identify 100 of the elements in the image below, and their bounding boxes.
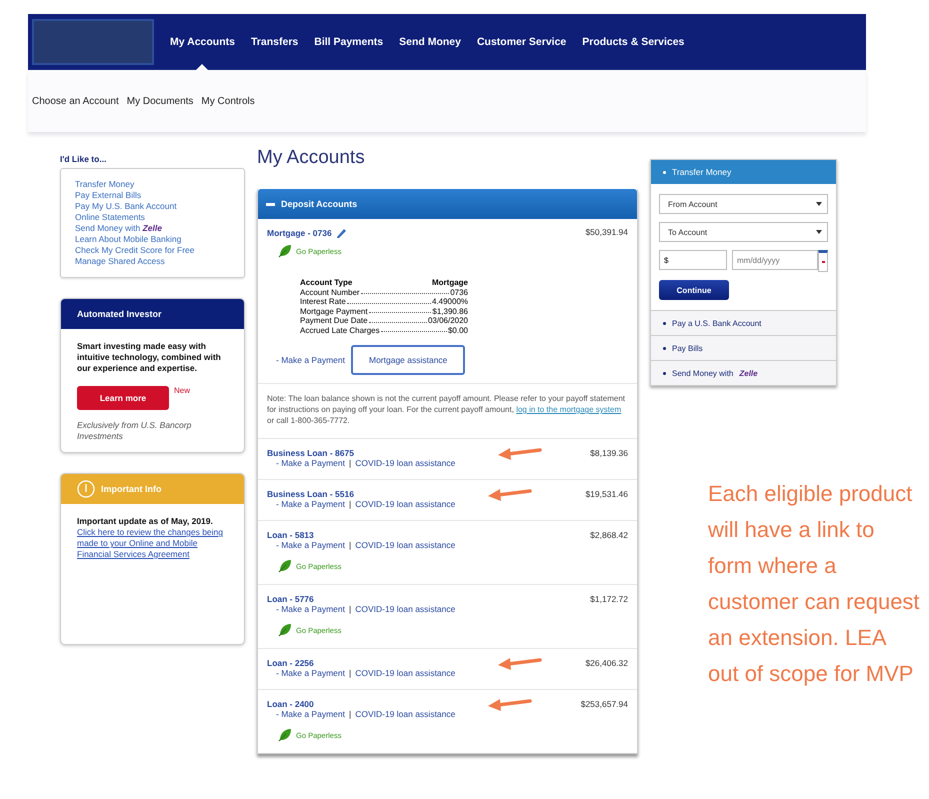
nav-tab[interactable]: Customer Service [476,14,566,70]
date-field[interactable]: mm/dd/yyyy [732,250,818,270]
link-separator: | [348,668,352,678]
covid-assistance-link[interactable]: COVID-19 loan assistance [355,604,456,614]
make-payment-link[interactable]: - Make a Payment [276,709,345,719]
section-heading: I'd Like to... [60,154,108,164]
card-title: Important Info [101,484,162,494]
account-name[interactable]: Loan - 5776 [267,594,314,604]
covid-assistance-link[interactable]: COVID-19 loan assistance [355,499,456,509]
mortgage-assistance-button[interactable]: Mortgage assistance [350,345,466,375]
collapse-icon [266,202,275,206]
calendar-icon[interactable] [818,250,828,272]
leaf-icon [278,728,292,742]
account-name[interactable]: Loan - 2256 [267,658,314,668]
quick-link[interactable]: Pay External Bills [75,190,230,201]
make-payment-link[interactable]: - Make a Payment [276,355,345,365]
quick-link[interactable]: Online Statements [75,212,230,223]
panel-header[interactable]: Transfer Money [651,160,836,184]
covid-assistance-link[interactable]: COVID-19 loan assistance [355,668,456,678]
quick-link[interactable]: Check My Credit Score for Free [75,245,230,256]
info-text: Important update as of May, 2019. Click here to review the changes being made to your Online and Mobile Financial Services Agreement [77,516,228,560]
annotation-arrow [498,658,542,670]
subnav-link[interactable]: My Documents [126,96,194,106]
quick-link[interactable]: Learn About Mobile Banking [75,234,230,245]
leaf-icon [278,559,292,573]
account-balance: $2,868.42 [590,530,628,540]
covid-assistance-link[interactable]: COVID-19 loan assistance [355,540,456,550]
continue-button[interactable]: Continue [659,280,729,300]
card-title: Automated Investor [77,309,162,319]
account-balance: $8,139.36 [590,448,628,458]
from-account-select[interactable]: From Account [659,194,828,214]
account-name[interactable]: Mortgage - 0736 [267,228,332,238]
transfer-option[interactable]: Pay Bills [651,335,836,360]
annotation-arrow [498,448,542,460]
to-account-select[interactable]: To Account [659,222,828,242]
link-separator: | [348,709,352,719]
link-separator: | [348,540,352,550]
detail-value: 4.49000% [432,297,468,306]
card-text: Smart investing made easy with intuitive technology, combined with our experience and expertise. [77,341,222,374]
make-payment-link[interactable]: - Make a Payment [276,499,345,509]
make-payment-link[interactable]: - Make a Payment [276,604,345,614]
leaf-icon [278,244,292,258]
account-name[interactable]: Loan - 5813 [267,530,314,540]
nav-tab[interactable]: Products & Services [582,14,684,70]
bullet-icon [663,322,666,324]
subnav-link[interactable]: My Controls [201,96,255,106]
mortgage-system-link[interactable]: log in to the mortgage system [516,405,622,414]
page-title: My Accounts [257,146,366,170]
nav-tab[interactable]: Send Money [399,14,461,70]
make-payment-link[interactable]: - Make a Payment [276,540,345,550]
annotation-arrow [488,489,532,501]
card-footnote: Exclusively from U.S. Bancorp Investments [77,420,192,442]
pencil-icon[interactable] [336,227,347,239]
account-balance: $19,531.46 [585,489,628,499]
account-balance: $26,406.32 [585,658,628,668]
section-header[interactable]: Deposit Accounts [258,189,637,219]
annotation-text: Each eligible product will have a link to form where a customer can request an extension. LEA out of scope for MVP [708,480,920,688]
detail-label: Account Type [300,278,352,288]
transfer-option[interactable]: Pay a U.S. Bank Account [651,310,836,335]
detail-value: Mortgage [432,278,468,288]
make-payment-link[interactable]: - Make a Payment [276,458,345,468]
agreement-link[interactable]: Click here to review the changes being made to your Online and Mobile Financial Services Agreement [77,527,228,560]
detail-label: Account Number [300,288,360,297]
make-payment-link[interactable]: - Make a Payment [276,668,345,678]
covid-assistance-link[interactable]: COVID-19 loan assistance [355,458,456,468]
bullet-icon [663,346,666,350]
amount-field[interactable]: $ [659,250,727,270]
detail-value: $0.00 [448,326,468,335]
quick-link[interactable]: Pay My U.S. Bank Account [75,201,230,212]
covid-assistance-link[interactable]: COVID-19 loan assistance [355,709,456,719]
quick-link[interactable]: Manage Shared Access [75,256,230,267]
transfer-option[interactable]: Send Money with Zelle [651,360,836,385]
bullet-icon [663,372,666,374]
nav-tab[interactable]: Transfers [250,14,298,70]
account-name[interactable]: Loan - 2400 [267,699,314,709]
quick-link[interactable]: Send Money with Zelle [75,223,230,234]
detail-value: 0736 [450,288,468,297]
account-balance: $253,657.94 [580,699,628,709]
nav-tab[interactable]: Bill Payments [314,14,384,70]
section-title: Deposit Accounts [281,199,358,209]
detail-value: 03/06/2020 [428,316,468,326]
detail-value: $1,390.86 [432,306,468,316]
bullet-icon [663,170,666,174]
account-balance: $50,391.94 [585,227,628,239]
subnav-link[interactable]: Choose an Account [32,96,119,106]
quick-link[interactable]: Transfer Money [75,179,230,190]
account-name[interactable]: Business Loan - 5516 [267,489,354,499]
loan-note: Note: The loan balance shown is not the current payoff amount. Please refer to your payoff statement for instructions on paying off your loan. For the current payoff amount, log in to the mortgage system or call 1-800-365-7772. [258,383,637,438]
detail-label: Payment Due Date [300,316,368,326]
detail-label: Accrued Late Charges [300,326,380,335]
account-balance: $1,172.72 [590,594,628,604]
link-separator: | [348,458,352,468]
account-name[interactable]: Business Loan - 8675 [267,448,354,458]
link-separator: | [348,499,352,509]
learn-more-button[interactable]: Learn more [77,386,169,410]
leaf-icon [278,623,292,637]
panel-title: Transfer Money [672,167,732,177]
annotation-arrow [488,699,532,711]
detail-label: Interest Rate [300,297,346,306]
new-label: New [174,386,190,395]
